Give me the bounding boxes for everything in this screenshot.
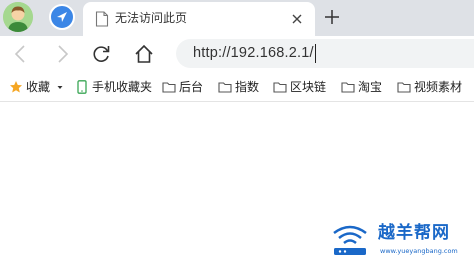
folder-icon xyxy=(218,82,232,93)
watermark-name: 越羊帮网 xyxy=(378,223,450,243)
bookmarks-bar: 收藏 手机收藏夹 后台 指数 区块链 淘宝 视频素材 xyxy=(0,73,474,102)
home-icon[interactable] xyxy=(133,43,155,65)
address-url-text: http://192.168.2.1/ xyxy=(193,45,314,61)
address-bar[interactable]: http://192.168.2.1/ xyxy=(176,39,474,68)
phone-icon xyxy=(77,80,87,94)
bookmark-folder-taobao[interactable]: 淘宝 xyxy=(341,73,382,101)
bookmark-favorites[interactable]: 收藏 xyxy=(9,73,64,101)
bookmark-label: 手机收藏夹 xyxy=(92,80,153,94)
bookmark-label: 淘宝 xyxy=(358,80,383,94)
document-icon xyxy=(95,11,109,27)
watermark-logo-icon xyxy=(333,225,367,255)
bookmark-folder-blockchain[interactable]: 区块链 xyxy=(273,73,326,101)
reload-icon[interactable] xyxy=(91,43,113,65)
bookmark-mobile-favorites[interactable]: 手机收藏夹 xyxy=(75,73,152,101)
close-tab-icon[interactable] xyxy=(290,12,304,26)
tab-title: 无法访问此页 xyxy=(115,11,188,25)
watermark-url: www.yueyangbang.com xyxy=(380,247,458,255)
new-tab-plus-icon[interactable] xyxy=(323,8,341,26)
forward-arrow-icon[interactable] xyxy=(51,43,73,65)
bookmark-folder-index[interactable]: 指数 xyxy=(218,73,259,101)
site-watermark: 越羊帮网 www.yueyangbang.com xyxy=(328,217,474,263)
browser-window: 无法访问此页 http://192.168.2.1/ 收藏 手机收藏夹 后台 指… xyxy=(0,0,474,263)
back-arrow-icon[interactable] xyxy=(10,43,32,65)
avatar-icon xyxy=(3,2,33,32)
bookmark-label: 指数 xyxy=(235,80,260,94)
navigation-toolbar: http://192.168.2.1/ xyxy=(0,36,474,73)
bookmark-label: 后台 xyxy=(179,80,204,94)
tab-strip: 无法访问此页 xyxy=(0,0,474,36)
bookmark-label: 区块链 xyxy=(290,80,327,94)
folder-icon xyxy=(162,82,176,93)
bookmark-folder-video-assets[interactable]: 视频素材 xyxy=(397,73,462,101)
star-icon xyxy=(10,81,22,93)
folder-icon xyxy=(397,82,411,93)
dropdown-arrow-icon[interactable] xyxy=(56,80,64,94)
bookmark-folder-backend[interactable]: 后台 xyxy=(162,73,203,101)
folder-icon xyxy=(341,82,355,93)
browser-home-compass-button[interactable] xyxy=(49,4,75,30)
user-avatar[interactable] xyxy=(3,2,33,32)
bookmark-label: 收藏 xyxy=(26,80,51,94)
text-cursor xyxy=(315,44,316,63)
tab-active[interactable]: 无法访问此页 xyxy=(83,2,315,36)
folder-icon xyxy=(273,82,287,93)
compass-icon xyxy=(57,12,67,22)
bookmark-label: 视频素材 xyxy=(414,80,463,94)
